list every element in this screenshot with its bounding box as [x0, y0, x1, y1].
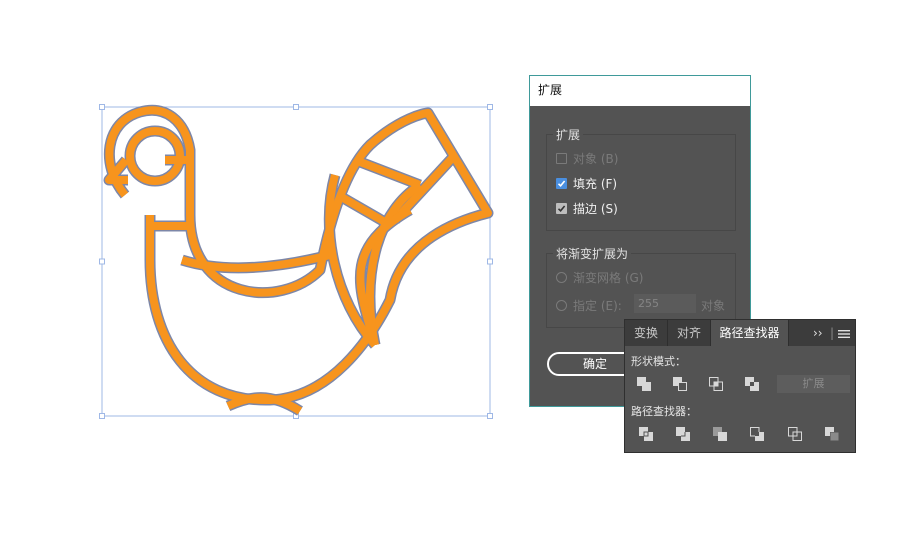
object-checkbox: [556, 153, 567, 164]
gradient-mesh-label: 渐变网格 (G): [573, 271, 644, 285]
minus-back-icon[interactable]: [824, 426, 840, 442]
unite-icon[interactable]: [636, 376, 652, 392]
gradient-group-title: 将渐变扩展为: [553, 245, 632, 262]
gradient-group: [546, 253, 736, 328]
artboard-canvas: [99, 104, 494, 419]
menu-lines-icon: [838, 329, 850, 338]
specify-radio-row: 指定 (E):: [556, 297, 622, 314]
pathfinder-panel: 变换 对齐 路径查找器 ›› | 形状模式： 扩展 路径查找器：: [624, 319, 856, 453]
gradient-mesh-radio-row: 渐变网格 (G): [556, 269, 643, 286]
minus-front-icon[interactable]: [672, 376, 688, 392]
checkmark-icon: [557, 180, 566, 187]
checkmark-icon: [557, 205, 566, 212]
tab-pathfinder[interactable]: 路径查找器: [711, 320, 789, 346]
stroke-label: 描边 (S): [573, 202, 618, 216]
outline-icon[interactable]: [787, 426, 803, 442]
selection-handle[interactable]: [487, 258, 493, 265]
selection-handle[interactable]: [293, 104, 299, 110]
object-checkbox-row: 对象 (B): [556, 150, 618, 167]
specify-label: 指定 (E):: [573, 299, 622, 313]
specify-value-input: 255: [634, 294, 696, 313]
expand-group-title: 扩展: [553, 126, 584, 143]
selection-handle[interactable]: [99, 104, 105, 110]
pathfinders-label: 路径查找器：: [631, 405, 697, 418]
expand-button: 扩展: [777, 375, 850, 393]
fill-checkbox-row[interactable]: 填充 (F): [556, 175, 617, 192]
panel-menu-icon[interactable]: [838, 320, 850, 346]
gradient-mesh-radio: [556, 272, 567, 283]
dialog-titlebar[interactable]: 扩展: [530, 76, 750, 106]
panel-tab-bar: 变换 对齐 路径查找器 ›› |: [625, 320, 855, 346]
selection-handle[interactable]: [487, 413, 493, 419]
divide-icon[interactable]: [638, 426, 654, 442]
trim-icon[interactable]: [675, 426, 691, 442]
merge-icon[interactable]: [712, 426, 728, 442]
fill-checkbox[interactable]: [556, 178, 567, 189]
intersect-icon[interactable]: [708, 376, 724, 392]
shape-modes-label: 形状模式：: [631, 355, 686, 368]
divider: |: [830, 326, 835, 340]
specify-radio: [556, 300, 567, 311]
selection-handle[interactable]: [487, 104, 493, 110]
object-label: 对象 (B): [573, 152, 619, 166]
selection-handle[interactable]: [99, 258, 105, 265]
objects-label: 对象: [701, 299, 726, 313]
stroke-checkbox[interactable]: [556, 203, 567, 214]
dialog-title: 扩展: [538, 83, 563, 97]
fill-label: 填充 (F): [573, 177, 618, 191]
crop-icon[interactable]: [749, 426, 765, 442]
stroke-checkbox-row[interactable]: 描边 (S): [556, 200, 618, 217]
tab-transform[interactable]: 变换: [625, 320, 668, 346]
tab-align[interactable]: 对齐: [668, 320, 711, 346]
collapse-panel-icon[interactable]: ››: [813, 320, 823, 346]
rooster-artwork[interactable]: [103, 104, 494, 416]
exclude-icon[interactable]: [744, 376, 760, 392]
selection-handle[interactable]: [99, 413, 105, 419]
